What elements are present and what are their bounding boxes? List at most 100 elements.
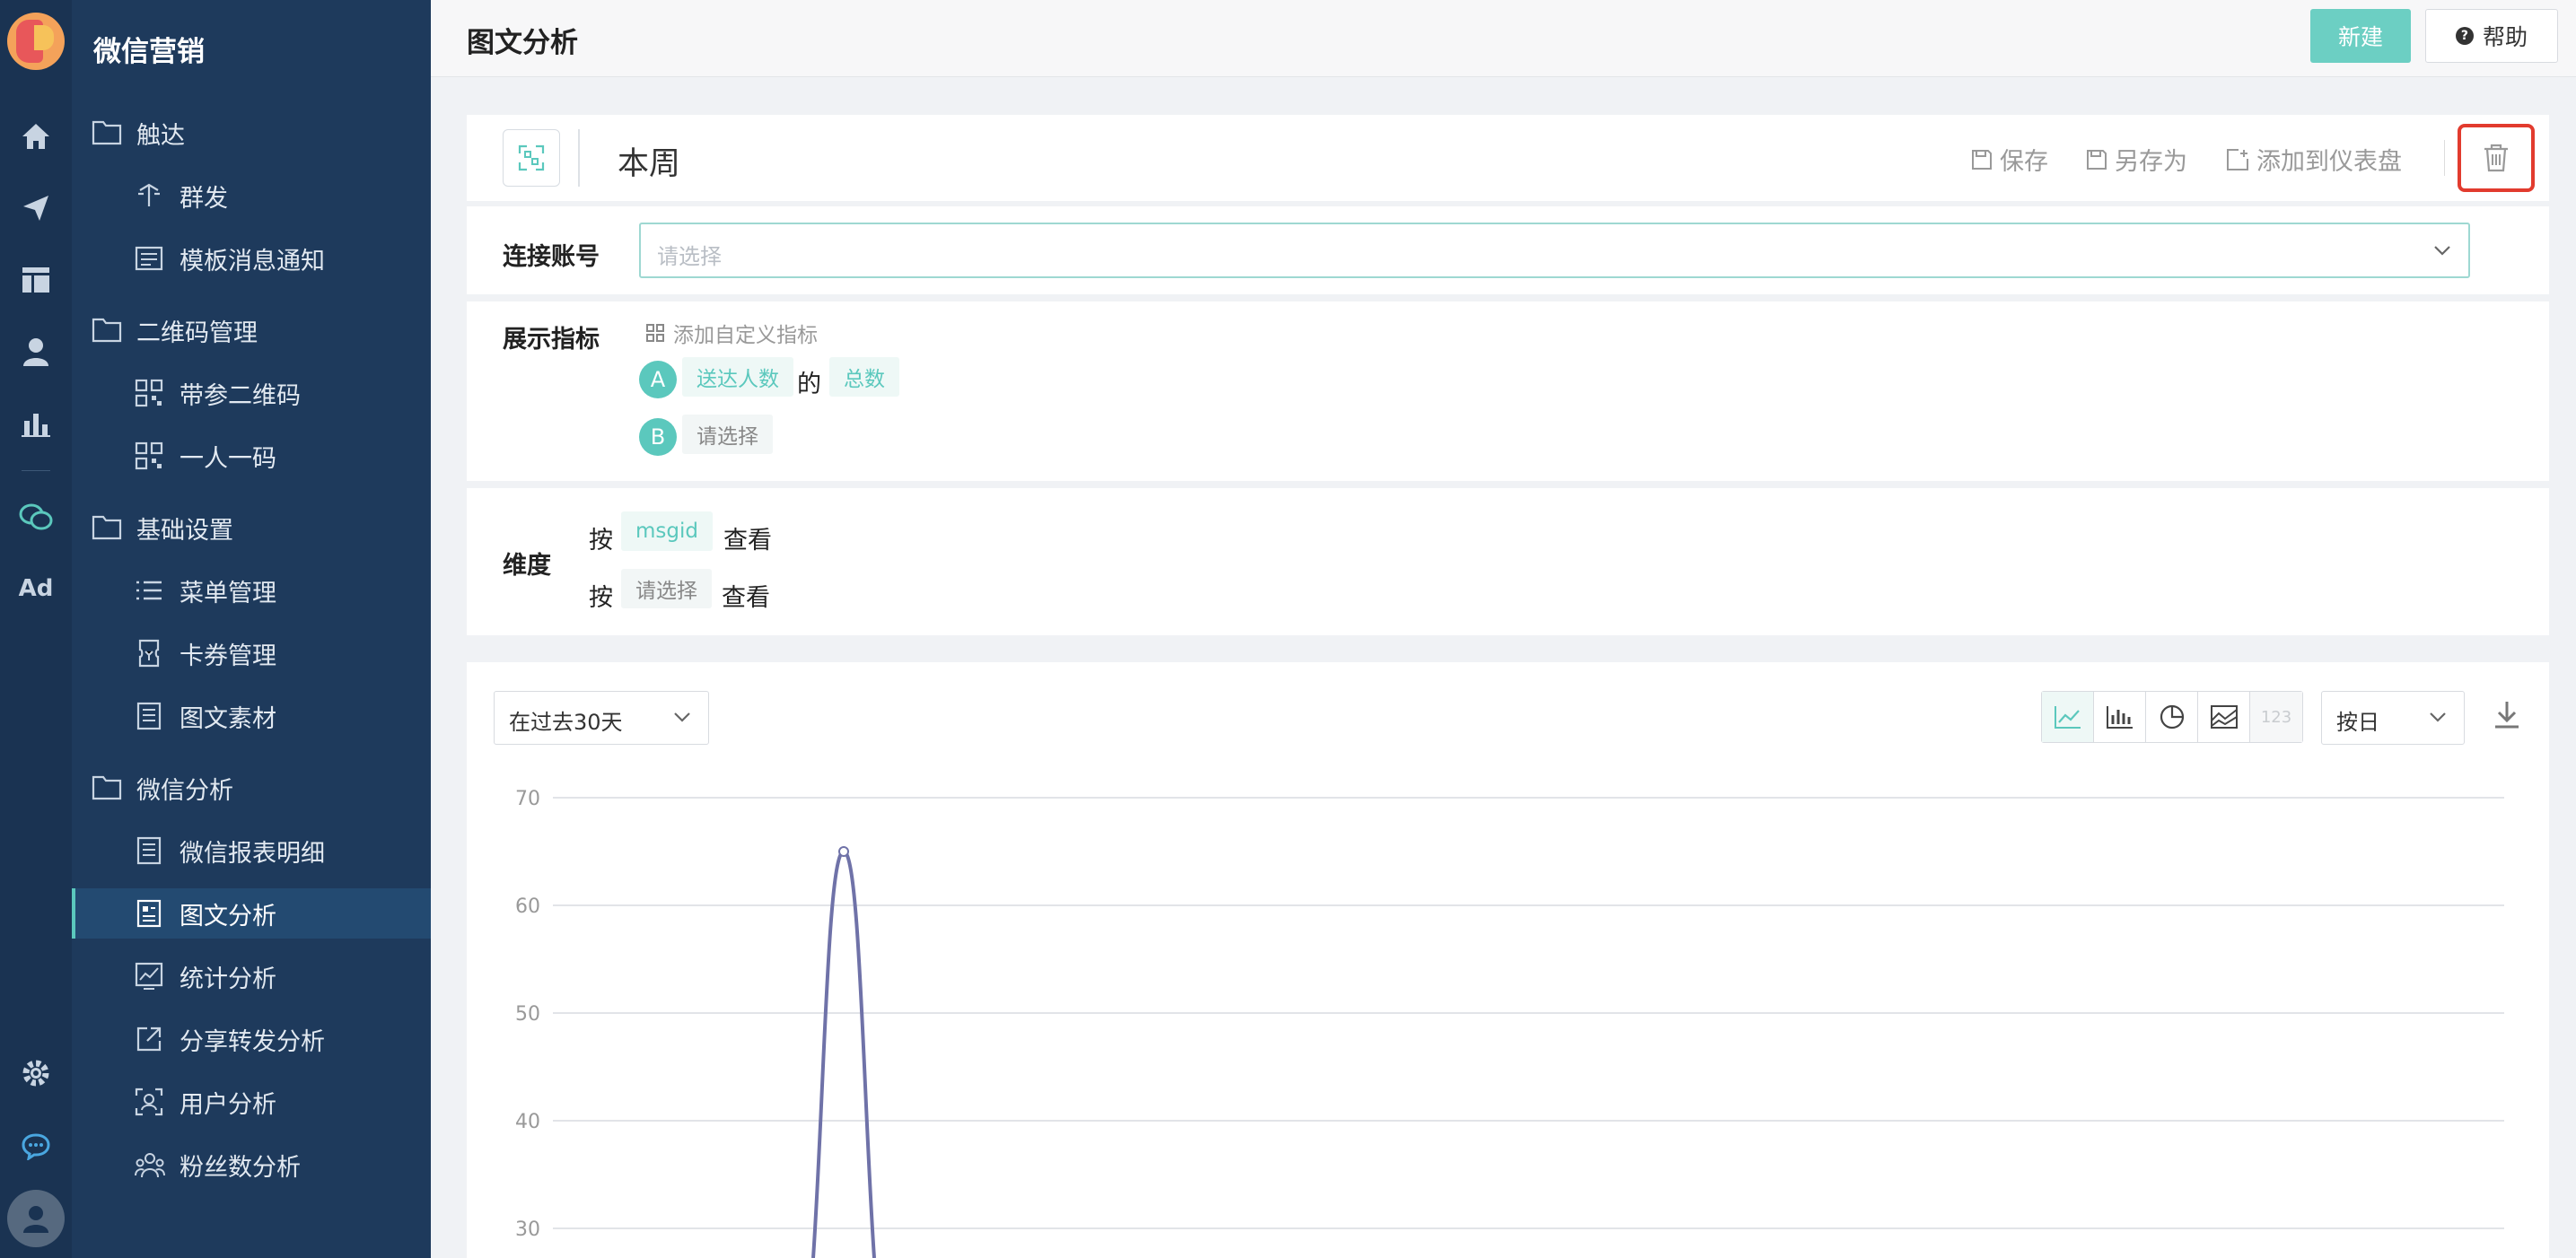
metric-b-select[interactable]: 请选择	[682, 415, 773, 454]
sidebar-item-report-detail[interactable]: 微信报表明细	[72, 826, 431, 876]
pie-chart-button[interactable]	[2146, 692, 2198, 742]
sidebar-item-template-message[interactable]: 模板消息通知	[72, 233, 431, 284]
report-title-bar: 本周 保存 另存为 添加到仪表盘	[467, 115, 2549, 201]
metrics-section: 展示指标 添加自定义指标 A 送达人数 的 总数 B 请选择	[467, 301, 2549, 481]
metric-a-aggregation-select[interactable]: 总数	[829, 357, 899, 397]
help-icon: ?	[2455, 27, 2474, 45]
action-divider	[2444, 140, 2445, 176]
send-icon[interactable]	[18, 190, 54, 226]
metric-of-text: 的	[797, 371, 821, 398]
nav-title: 微信营销	[93, 36, 205, 68]
dimension-view-text: 查看	[722, 584, 770, 612]
ad-icon[interactable]: Ad	[18, 571, 54, 607]
sidebar-item-article-material[interactable]: 图文素材	[72, 691, 431, 741]
folder-icon	[92, 318, 122, 343]
sidebar-item-menu-management[interactable]: 菜单管理	[72, 565, 431, 616]
chevron-down-icon	[2434, 246, 2450, 256]
sidebar-item-param-qrcode[interactable]: 带参二维码	[72, 368, 431, 418]
y-tick-label: 30	[515, 1219, 540, 1241]
page-header: 图文分析 新建 ? 帮助	[431, 0, 2576, 77]
y-tick-label: 70	[515, 788, 540, 810]
download-button[interactable]	[2493, 700, 2520, 734]
sidebar-item-fans-analysis[interactable]: 粉丝数分析	[72, 1140, 431, 1190]
chart-type-toggle: 123	[2041, 691, 2303, 743]
sidebar-item-user-analysis[interactable]: 用户分析	[72, 1077, 431, 1127]
folder-icon	[92, 775, 122, 800]
report-icon	[136, 836, 162, 865]
app-logo[interactable]	[7, 13, 65, 70]
fans-icon	[135, 1153, 165, 1178]
article-analysis-icon	[136, 899, 162, 928]
sidebar-item-coupon-management[interactable]: 卡券管理	[72, 628, 431, 678]
number-display-button[interactable]: 123	[2250, 692, 2302, 742]
dashboard-icon[interactable]	[18, 262, 54, 298]
sidebar-item-statistics[interactable]: 统计分析	[72, 951, 431, 1001]
qrcode-icon	[135, 379, 163, 407]
nav-group-qrcode[interactable]: 二维码管理	[72, 305, 431, 355]
nav-group-reach[interactable]: 触达	[72, 108, 431, 158]
account-select-placeholder: 请选择	[657, 244, 722, 269]
delete-button[interactable]	[2458, 124, 2535, 192]
metric-b-badge: B	[639, 418, 677, 456]
nav-group-basic-settings[interactable]: 基础设置	[72, 502, 431, 553]
dimension-label: 维度	[503, 552, 551, 580]
line-chart: 70 60 50 40 30	[515, 788, 2504, 1258]
chat-icon[interactable]	[18, 1129, 54, 1165]
granularity-select[interactable]: 按日	[2321, 691, 2465, 745]
wechat-icon[interactable]	[18, 499, 54, 535]
menu-list-icon	[136, 581, 162, 600]
save-button[interactable]: 保存	[1971, 142, 2048, 177]
sidebar-item-share-analysis[interactable]: 分享转发分析	[72, 1014, 431, 1064]
settings-icon[interactable]	[18, 1055, 54, 1091]
data-point[interactable]	[838, 846, 849, 857]
user-icon[interactable]	[18, 334, 54, 370]
y-tick-label: 60	[515, 895, 540, 918]
help-button[interactable]: ? 帮助	[2425, 9, 2558, 63]
add-dashboard-icon	[2227, 148, 2248, 170]
sidebar-item-article-analysis[interactable]: 图文分析	[72, 888, 431, 939]
date-range-select[interactable]: 在过去30天	[494, 691, 709, 745]
user-analysis-icon	[135, 1088, 163, 1116]
line-chart-button[interactable]	[2042, 692, 2094, 742]
home-icon[interactable]	[18, 118, 54, 154]
bar-chart-icon[interactable]	[18, 406, 54, 441]
sidebar-item-broadcast[interactable]: 群发	[72, 170, 431, 221]
y-tick-label: 50	[515, 1003, 540, 1026]
save-as-icon	[2087, 149, 2107, 170]
chevron-down-icon	[2430, 712, 2446, 722]
sidebar: 微信营销 触达 群发 模板消息通知 二维码管理 带参二维码 一人一码 基础设置 …	[72, 0, 431, 1258]
account-select[interactable]: 请选择	[639, 223, 2470, 278]
report-name[interactable]: 本周	[618, 138, 680, 184]
metric-a-select[interactable]: 送达人数	[682, 357, 793, 397]
chevron-down-icon	[674, 712, 690, 722]
article-icon	[136, 702, 162, 730]
save-icon	[1972, 149, 1992, 170]
dimension-2-select[interactable]: 请选择	[621, 569, 712, 608]
nav-group-wechat-analysis[interactable]: 微信分析	[72, 763, 431, 813]
add-custom-metric-button[interactable]: 添加自定义指标	[646, 318, 818, 348]
bar-chart-icon	[2106, 706, 2133, 729]
new-button[interactable]: 新建	[2310, 9, 2411, 63]
area-chart-button[interactable]	[2198, 692, 2250, 742]
page-title: 图文分析	[467, 27, 578, 59]
dimension-1-select[interactable]: msgid	[621, 511, 713, 551]
icon-rail: Ad	[0, 0, 72, 1258]
layout-toggle-button[interactable]	[503, 129, 560, 187]
series-line[interactable]	[811, 849, 876, 1258]
layout-icon	[518, 144, 545, 171]
metric-a-badge: A	[639, 361, 677, 398]
chart-card: 在过去30天 123 按日 70 60 50 40 30	[467, 662, 2549, 1258]
stats-icon	[135, 962, 163, 990]
title-divider	[578, 129, 580, 187]
sidebar-item-personal-qrcode[interactable]: 一人一码	[72, 431, 431, 481]
dimension-section: 维度 按 msgid 查看 按 请选择 查看	[467, 488, 2549, 635]
share-icon	[136, 1026, 162, 1052]
line-chart-icon	[2054, 706, 2081, 729]
add-to-dashboard-button[interactable]: 添加到仪表盘	[2226, 142, 2402, 177]
bar-chart-button[interactable]	[2094, 692, 2146, 742]
save-as-button[interactable]: 另存为	[2086, 142, 2187, 177]
broadcast-icon	[138, 183, 160, 206]
avatar[interactable]	[7, 1190, 65, 1247]
pie-chart-icon	[2160, 704, 2184, 729]
account-row: 连接账号 请选择	[467, 206, 2549, 294]
